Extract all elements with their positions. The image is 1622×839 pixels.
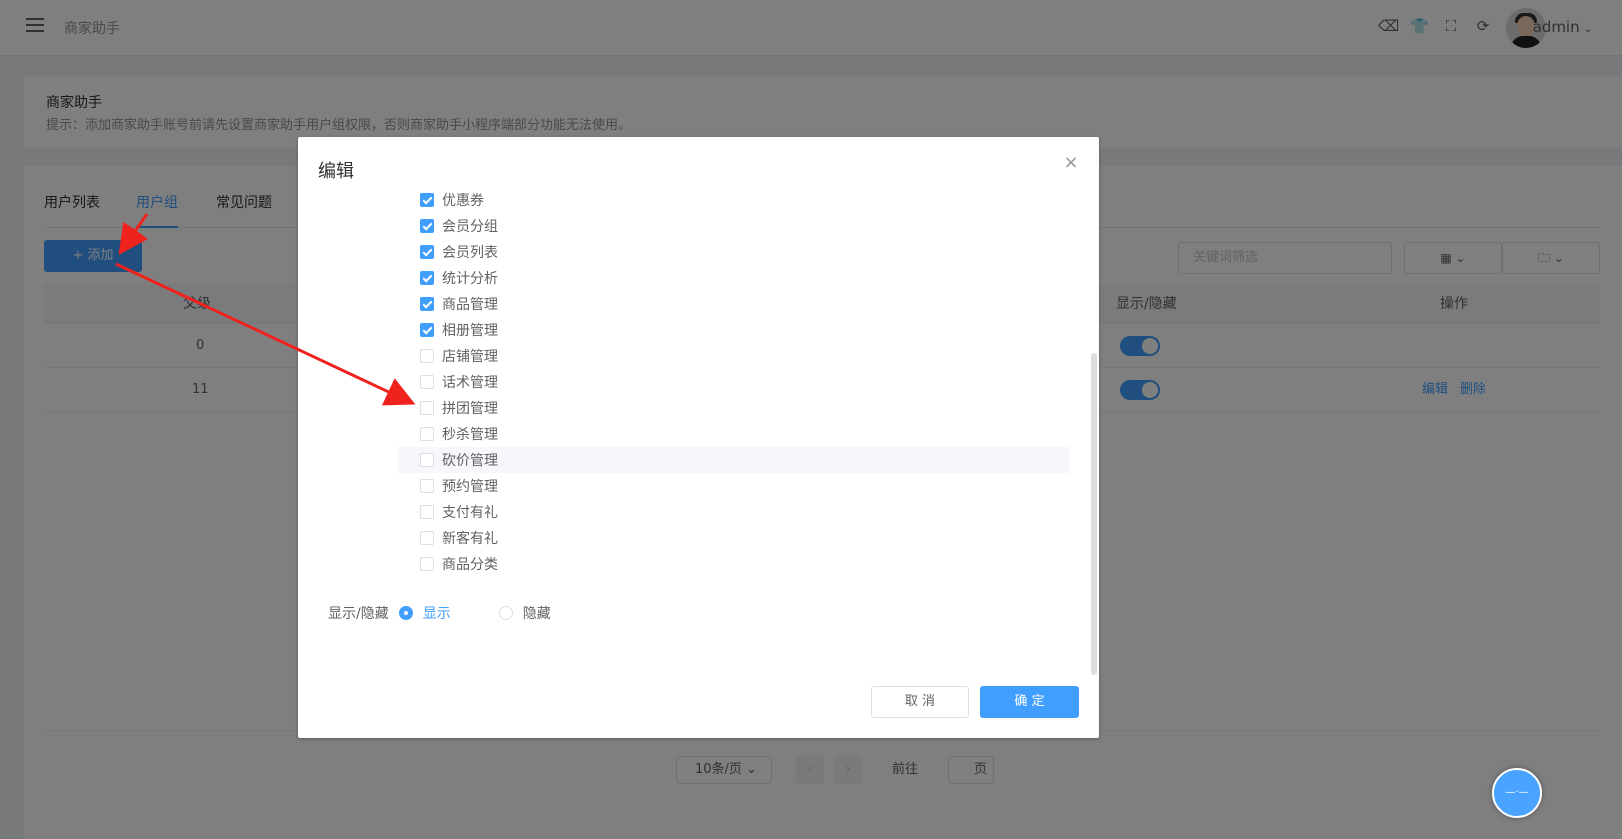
- arrow-to-add-button: [118, 213, 149, 255]
- floating-chat-button[interactable]: —·—: [1492, 768, 1542, 818]
- annotation-arrows: [115, 213, 416, 406]
- arrow-to-permission: [115, 262, 416, 406]
